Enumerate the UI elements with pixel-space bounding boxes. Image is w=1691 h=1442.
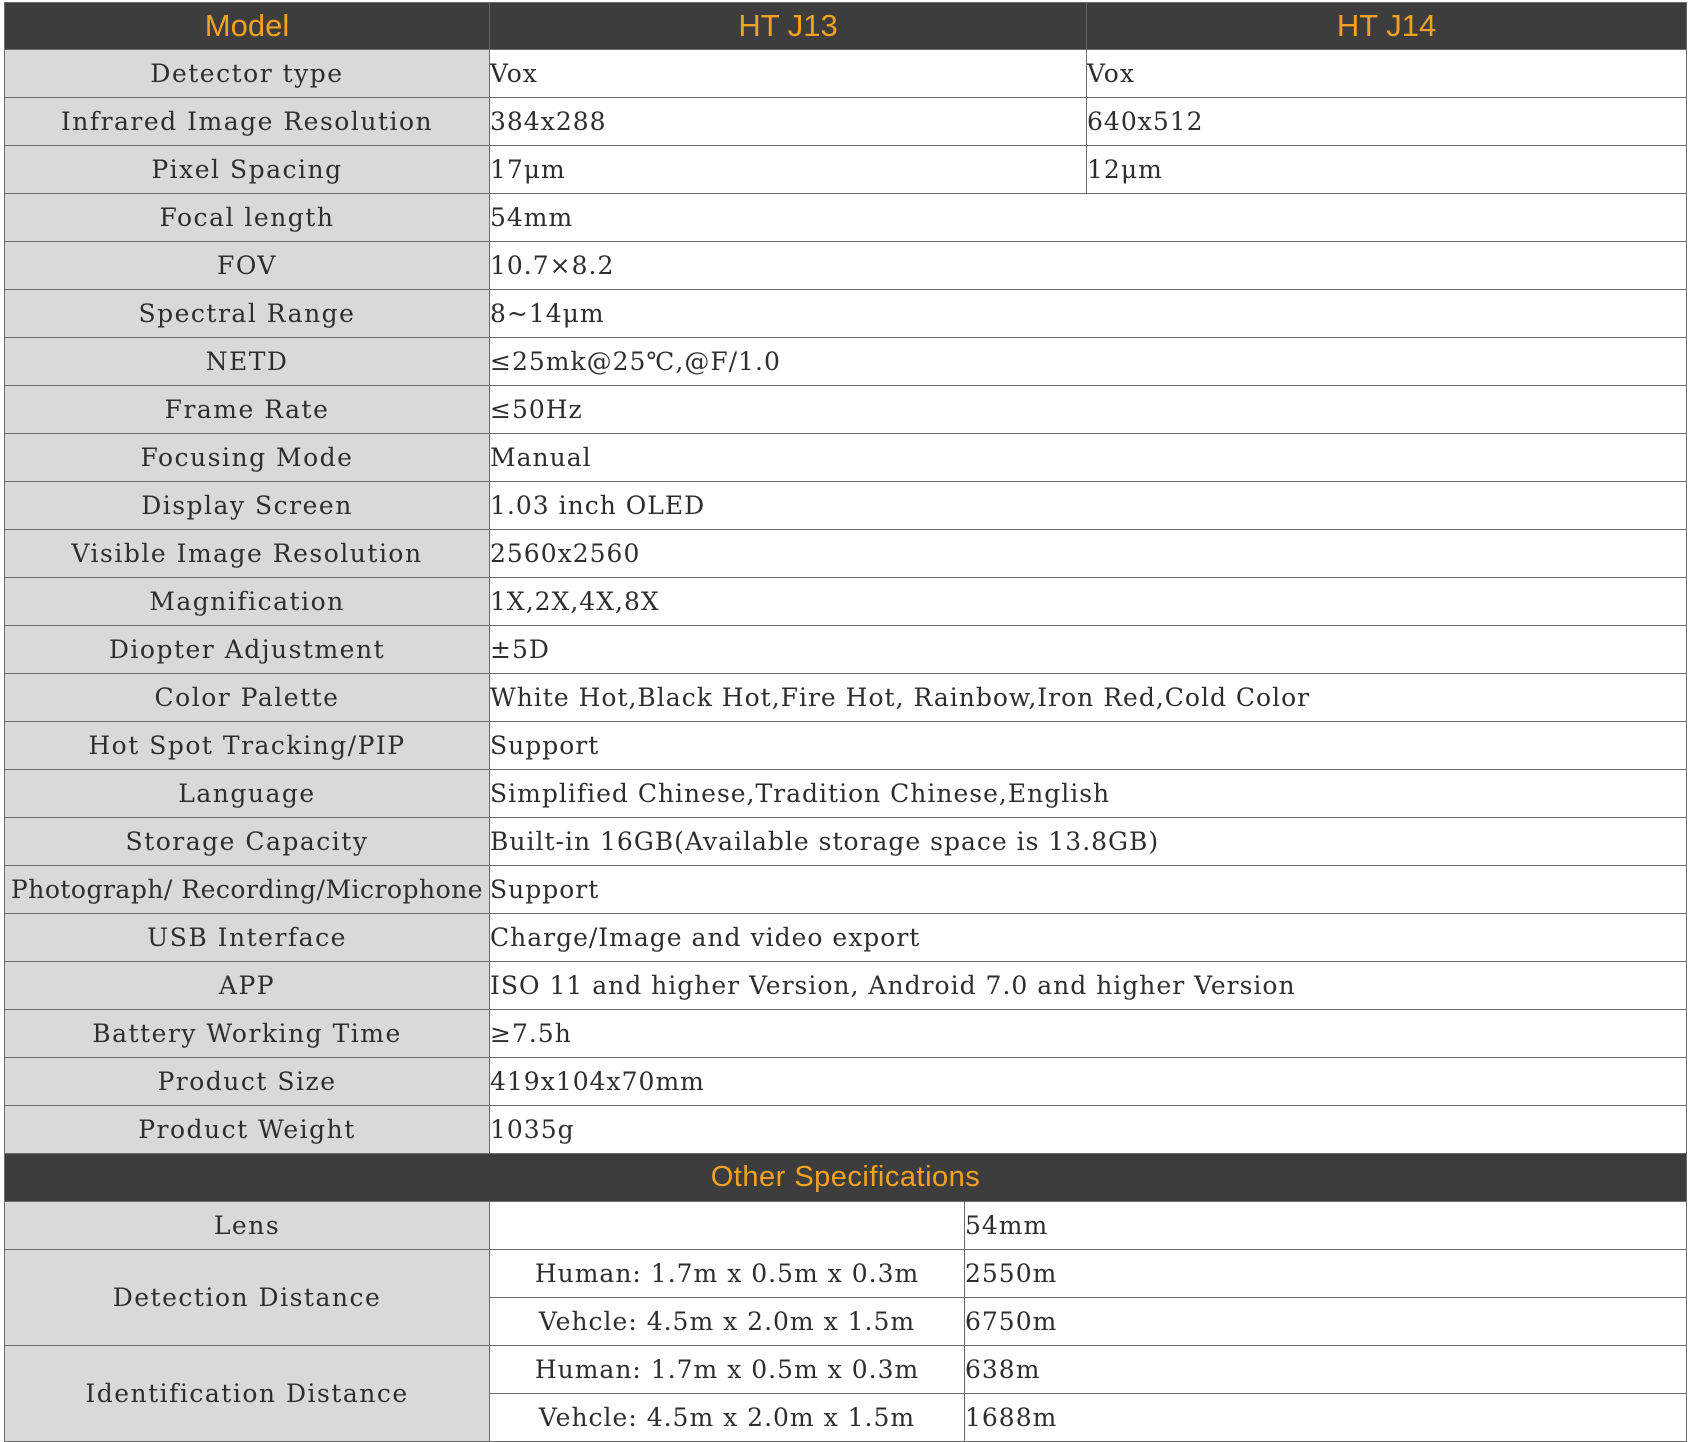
detection-target-vehicle: Vehcle: 4.5m x 2.0m x 1.5m — [489, 1297, 965, 1346]
spec-label: Diopter Adjustment — [4, 625, 490, 674]
spec-value: 1035g — [488, 1105, 1688, 1154]
spec-value: Built-in 16GB(Available storage space is… — [488, 817, 1688, 866]
detection-value-vehicle: 6750m — [963, 1297, 1688, 1346]
spec-label: Detector type — [4, 49, 490, 98]
spec-label: Focusing Mode — [4, 433, 490, 482]
spec-value: ISO 11 and higher Version, Android 7.0 a… — [488, 961, 1688, 1010]
spec-row-color-palette: Color Palette White Hot,Black Hot,Fire H… — [4, 673, 1688, 722]
spec-label: Battery Working Time — [4, 1009, 490, 1058]
spec-row-frame-rate: Frame Rate ≤50Hz — [4, 385, 1688, 434]
spec-table: Model HT J13 HT J14 Detector type Vox Vo… — [3, 2, 1688, 1442]
spec-value: 2560x2560 — [488, 529, 1688, 578]
spec-row-netd: NETD ≤25mk@25℃,@F/1.0 — [4, 337, 1688, 386]
spec-row-language: Language Simplified Chinese,Tradition Ch… — [4, 769, 1688, 818]
spec-label: USB Interface — [4, 913, 490, 962]
spec-value: 419x104x70mm — [488, 1057, 1688, 1106]
spec-sheet: Model HT J13 HT J14 Detector type Vox Vo… — [3, 2, 1688, 1442]
spec-value: ±5D — [488, 625, 1688, 674]
identification-value-vehicle: 1688m — [963, 1393, 1688, 1442]
spec-row-focusing-mode: Focusing Mode Manual — [4, 433, 1688, 482]
spec-value-ht-j14: 12μm — [1086, 145, 1688, 194]
spec-label: Visible Image Resolution — [4, 529, 490, 578]
header-row: Model HT J13 HT J14 — [4, 2, 1688, 50]
spec-label: Infrared Image Resolution — [4, 97, 490, 146]
spec-row-product-weight: Product Weight 1035g — [4, 1105, 1688, 1154]
spec-value-ht-j14: Vox — [1086, 49, 1688, 98]
spec-label: Hot Spot Tracking/PIP — [4, 721, 490, 770]
identification-target-vehicle: Vehcle: 4.5m x 2.0m x 1.5m — [489, 1393, 965, 1442]
spec-value: White Hot,Black Hot,Fire Hot, Rainbow,Ir… — [488, 673, 1688, 722]
spec-row-usb-interface: USB Interface Charge/Image and video exp… — [4, 913, 1688, 962]
spec-label: Product Size — [4, 1057, 490, 1106]
identification-target-human: Human: 1.7m x 0.5m x 0.3m — [489, 1345, 965, 1394]
spec-row-hot-spot-tracking: Hot Spot Tracking/PIP Support — [4, 721, 1688, 770]
spec-label: Pixel Spacing — [4, 145, 490, 194]
detection-target-human: Human: 1.7m x 0.5m x 0.3m — [489, 1249, 965, 1298]
spec-value: Support — [488, 865, 1688, 914]
spec-row-magnification: Magnification 1X,2X,4X,8X — [4, 577, 1688, 626]
spec-value: Manual — [488, 433, 1688, 482]
spec-value-ht-j13: 17μm — [488, 145, 1088, 194]
spec-value: 10.7×8.2 — [488, 241, 1688, 290]
spec-label: Spectral Range — [4, 289, 490, 338]
spec-value-ht-j13: 384x288 — [488, 97, 1088, 146]
spec-row-battery-time: Battery Working Time ≥7.5h — [4, 1009, 1688, 1058]
spec-row-spectral-range: Spectral Range 8~14μm — [4, 289, 1688, 338]
other-row-lens: Lens 54mm — [4, 1201, 1688, 1250]
spec-label: Magnification — [4, 577, 490, 626]
spec-label: APP — [4, 961, 490, 1010]
spec-row-display-screen: Display Screen 1.03 inch OLED — [4, 481, 1688, 530]
spec-value-ht-j13: Vox — [488, 49, 1088, 98]
spec-value-ht-j14: 640x512 — [1086, 97, 1688, 146]
spec-label: Product Weight — [4, 1105, 490, 1154]
spec-label: Frame Rate — [4, 385, 490, 434]
spec-value: Support — [488, 721, 1688, 770]
detection-distance-label: Detection Distance — [4, 1249, 490, 1346]
spec-value: 8~14μm — [488, 289, 1688, 338]
spec-label: FOV — [4, 241, 490, 290]
spec-row-product-size: Product Size 419x104x70mm — [4, 1057, 1688, 1106]
identification-distance-label: Identification Distance — [4, 1345, 490, 1442]
spec-value: Charge/Image and video export — [488, 913, 1688, 962]
spec-row-app: APP ISO 11 and higher Version, Android 7… — [4, 961, 1688, 1010]
spec-value: 1X,2X,4X,8X — [488, 577, 1688, 626]
spec-row-infrared-resolution: Infrared Image Resolution 384x288 640x51… — [4, 97, 1688, 146]
spec-label: Color Palette — [4, 673, 490, 722]
other-specifications-row: Other Specifications — [3, 1153, 1688, 1202]
spec-row-pixel-spacing: Pixel Spacing 17μm 12μm — [4, 145, 1688, 194]
spec-label: NETD — [4, 337, 490, 386]
model-header: Model — [4, 2, 490, 50]
spec-value: 54mm — [488, 193, 1688, 242]
spec-label: Focal length — [4, 193, 490, 242]
spec-label: Display Screen — [4, 481, 490, 530]
spec-row-storage-capacity: Storage Capacity Built-in 16GB(Available… — [4, 817, 1688, 866]
spec-label: Photograph/ Recording/Microphone — [4, 865, 490, 914]
spec-row-fov: FOV 10.7×8.2 — [4, 241, 1688, 290]
spec-value: ≥7.5h — [488, 1009, 1688, 1058]
other-specifications-title: Other Specifications — [3, 1153, 1688, 1202]
spec-value: Simplified Chinese,Tradition Chinese,Eng… — [488, 769, 1688, 818]
spec-row-detector-type: Detector type Vox Vox — [4, 49, 1688, 98]
spec-label: Storage Capacity — [4, 817, 490, 866]
lens-blank-cell — [489, 1201, 965, 1250]
spec-label: Language — [4, 769, 490, 818]
model-ht-j14-header: HT J14 — [1086, 2, 1688, 50]
model-ht-j13-header: HT J13 — [488, 2, 1088, 50]
lens-value: 54mm — [963, 1201, 1688, 1250]
other-row-detection-human: Detection Distance Human: 1.7m x 0.5m x … — [4, 1249, 1688, 1346]
spec-row-photograph-recording: Photograph/ Recording/Microphone Support — [4, 865, 1688, 914]
lens-label: Lens — [4, 1201, 490, 1250]
spec-value: 1.03 inch OLED — [488, 481, 1688, 530]
other-row-identification-human: Identification Distance Human: 1.7m x 0.… — [4, 1345, 1688, 1442]
spec-row-visible-resolution: Visible Image Resolution 2560x2560 — [4, 529, 1688, 578]
spec-row-focal-length: Focal length 54mm — [4, 193, 1688, 242]
spec-value: ≤50Hz — [488, 385, 1688, 434]
spec-value: ≤25mk@25℃,@F/1.0 — [488, 337, 1688, 386]
identification-value-human: 638m — [963, 1345, 1688, 1394]
detection-value-human: 2550m — [963, 1249, 1688, 1298]
spec-row-diopter-adjustment: Diopter Adjustment ±5D — [4, 625, 1688, 674]
